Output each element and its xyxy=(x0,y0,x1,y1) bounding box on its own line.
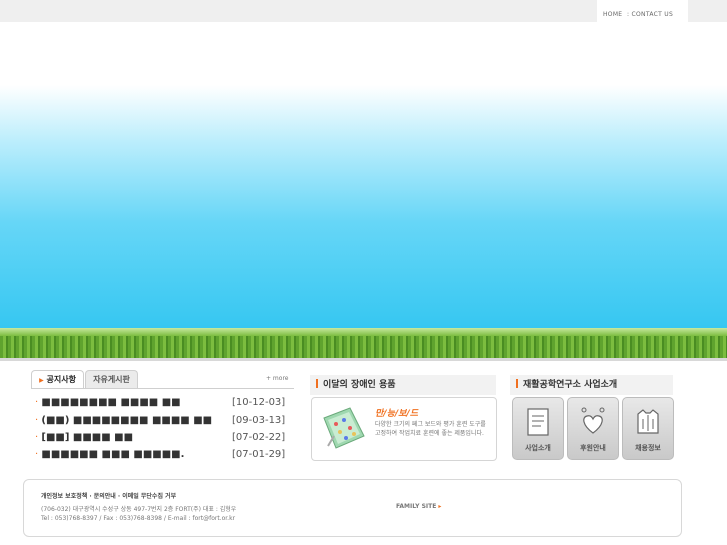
notice-item[interactable]: · [■■] ■■■■ ■■ [07-02-22] xyxy=(35,432,285,443)
tab-notice[interactable]: ▶ 공지사항 xyxy=(31,370,84,389)
hero-sky-banner xyxy=(0,85,727,335)
footer-links[interactable]: 개인정보 보호정책 · 문의안내 · 이메일 무단수집 거부 xyxy=(41,491,176,500)
family-site-select[interactable]: FAMILY SITE ▸ xyxy=(396,503,441,510)
top-nav: HOME : CONTACT US xyxy=(597,0,688,22)
product-section-title: 이달의 장애인 용품 xyxy=(310,375,496,395)
sponsorship-button[interactable]: 후원안내 xyxy=(567,397,619,460)
product-description: 다양한 크기의 페그 보드와 평가 훈련 도구를 고정하여 작업치료 훈련에 좋… xyxy=(375,421,486,437)
tab-free-board[interactable]: 자유게시판 xyxy=(85,370,138,389)
notice-date: [10-12-03] xyxy=(232,397,286,408)
notice-item[interactable]: · (■■) ■■■■■■■■ ■■■■ ■■ [09-03-13] xyxy=(35,415,285,426)
business-intro-button[interactable]: 사업소개 xyxy=(512,397,564,460)
footer-address: (706-032) 대구광역시 수성구 상동 497-7번지 2층 FORT(주… xyxy=(41,506,237,522)
more-link[interactable]: + more xyxy=(266,375,288,382)
footer: 개인정보 보호정책 · 문의안내 · 이메일 무단수집 거부 (706-032)… xyxy=(23,479,682,537)
contact-us-link[interactable]: : CONTACT US xyxy=(627,11,673,18)
notice-date: [07-01-29] xyxy=(232,449,286,460)
product-name: 만/능/보/드 xyxy=(375,409,418,419)
document-icon xyxy=(527,408,549,436)
product-card[interactable]: 만/능/보/드 다양한 크기의 페그 보드와 평가 훈련 도구를 고정하여 작업… xyxy=(311,397,497,461)
notice-date: [09-03-13] xyxy=(232,415,286,426)
heart-icon xyxy=(581,407,605,434)
shirt-icon xyxy=(637,409,659,434)
recruitment-button[interactable]: 채용정보 xyxy=(622,397,674,460)
research-section-title: 재활공학연구소 사업소개 xyxy=(510,375,673,395)
home-link[interactable]: HOME xyxy=(603,11,622,18)
tab-divider xyxy=(31,388,294,389)
notice-item[interactable]: · ■■■■■■ ■■■ ■■■■■. [07-01-29] xyxy=(35,449,285,460)
pegboard-image-icon xyxy=(323,407,365,449)
notice-item[interactable]: · ■■■■■■■■ ■■■■ ■■ [10-12-03] xyxy=(35,397,285,408)
notice-date: [07-02-22] xyxy=(232,432,286,443)
